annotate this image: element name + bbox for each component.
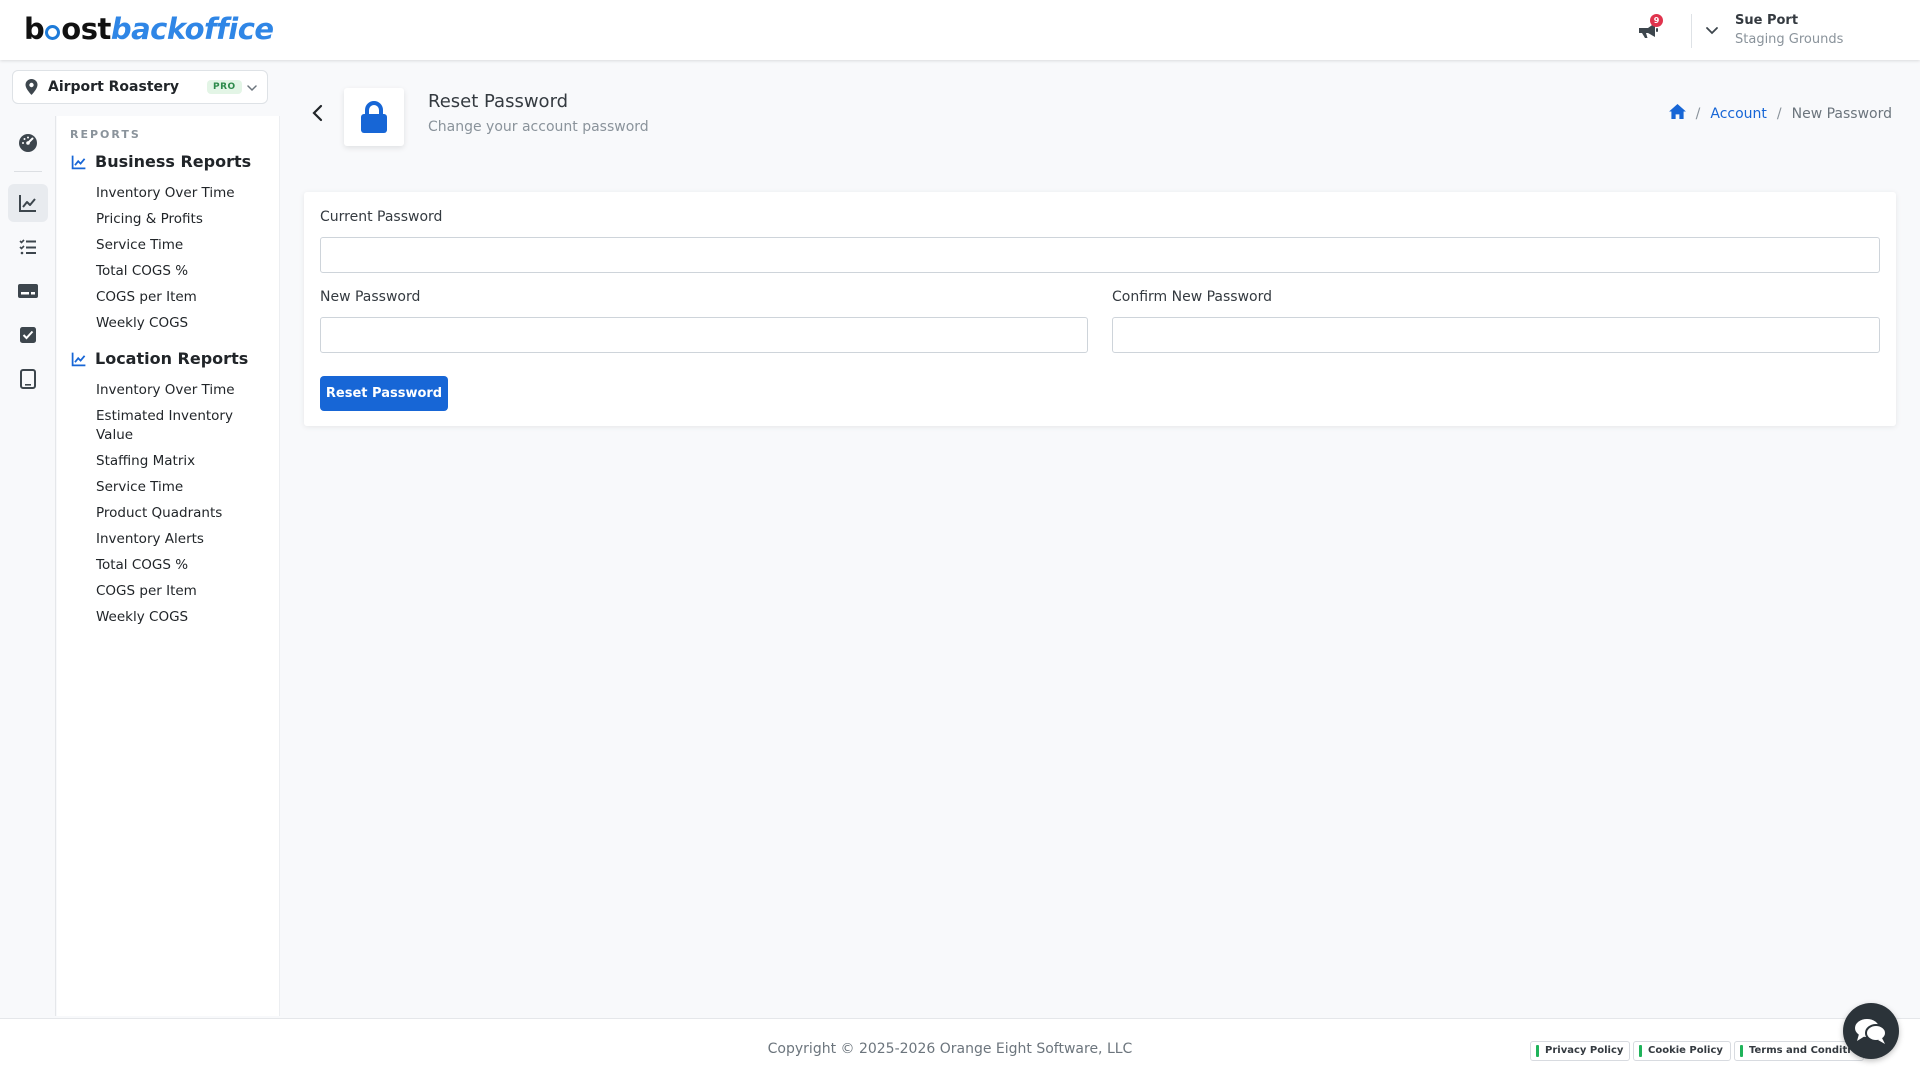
menu-item[interactable]: Pricing & Profits bbox=[96, 210, 276, 229]
confirm-password-label: Confirm New Password bbox=[1112, 289, 1273, 305]
tablet-icon bbox=[20, 369, 36, 389]
card-icon bbox=[18, 284, 38, 298]
menu-heading: REPORTS bbox=[70, 128, 141, 141]
home-icon bbox=[1668, 104, 1686, 119]
user-name[interactable]: Sue Port bbox=[1735, 13, 1798, 28]
logo-ring-icon bbox=[45, 25, 61, 40]
confirm-password-input[interactable] bbox=[1112, 317, 1880, 353]
menu-item[interactable]: Service Time bbox=[96, 236, 276, 255]
chevron-down-icon bbox=[247, 85, 257, 92]
reset-password-form: Current Password New Password Confirm Ne… bbox=[304, 192, 1896, 426]
user-menu-toggle[interactable] bbox=[1702, 20, 1722, 40]
breadcrumb-current: New Password bbox=[1791, 105, 1892, 122]
rail-payments[interactable] bbox=[8, 272, 48, 310]
gauge-icon bbox=[19, 134, 37, 152]
group-location-reports[interactable]: Location Reports bbox=[71, 349, 248, 368]
breadcrumb: / Account / New Password bbox=[1668, 104, 1892, 123]
menu-item[interactable]: Estimated Inventory Value bbox=[96, 407, 256, 445]
line-chart-icon bbox=[19, 195, 36, 212]
privacy-policy-link[interactable]: Privacy Policy bbox=[1530, 1041, 1630, 1061]
rail-approvals[interactable] bbox=[8, 316, 48, 354]
map-pin-icon bbox=[25, 79, 38, 95]
menu-item[interactable]: Service Time bbox=[96, 478, 276, 497]
checklist-icon bbox=[19, 239, 36, 255]
chevron-left-icon bbox=[312, 104, 323, 122]
new-password-label: New Password bbox=[320, 289, 421, 305]
menu-item[interactable]: Inventory Over Time bbox=[96, 381, 276, 400]
brand-logo[interactable]: b ostbackoffice bbox=[24, 12, 274, 46]
reset-password-button[interactable]: Reset Password bbox=[320, 376, 448, 411]
icon-rail bbox=[0, 116, 56, 1016]
menu-item[interactable]: COGS per Item bbox=[96, 582, 276, 601]
breadcrumb-account[interactable]: Account bbox=[1710, 106, 1767, 122]
menu-item[interactable]: Staffing Matrix bbox=[96, 452, 276, 471]
line-chart-icon bbox=[71, 155, 86, 169]
top-bar: b ostbackoffice 9 Sue Port Staging Ground… bbox=[0, 0, 1920, 60]
menu-item[interactable]: Weekly COGS bbox=[96, 608, 276, 627]
announcements-button[interactable]: 9 bbox=[1636, 14, 1663, 44]
current-password-label: Current Password bbox=[320, 209, 443, 225]
page-icon-card bbox=[344, 88, 404, 146]
user-organization: Staging Grounds bbox=[1735, 32, 1844, 47]
rail-reports[interactable] bbox=[8, 184, 48, 222]
menu-item[interactable]: Inventory Alerts bbox=[96, 530, 276, 549]
rail-dashboard[interactable] bbox=[8, 124, 48, 162]
lock-icon bbox=[361, 101, 387, 133]
back-button[interactable] bbox=[310, 103, 326, 127]
terms-link[interactable]: Terms and Conditi bbox=[1734, 1041, 1864, 1061]
current-password-input[interactable] bbox=[320, 237, 1880, 273]
group-business-reports[interactable]: Business Reports bbox=[71, 152, 251, 171]
new-password-input[interactable] bbox=[320, 317, 1088, 353]
pro-badge: PRO bbox=[207, 80, 242, 94]
chat-bubbles-icon bbox=[1855, 1019, 1887, 1044]
reports-menu: REPORTS Business Reports Inventory Over … bbox=[57, 116, 280, 1016]
location-name: Airport Roastery bbox=[48, 79, 180, 95]
menu-item[interactable]: COGS per Item bbox=[96, 288, 276, 307]
checkbox-icon bbox=[20, 327, 36, 343]
rail-devices[interactable] bbox=[8, 360, 48, 398]
line-chart-icon bbox=[71, 352, 86, 366]
cookie-policy-link[interactable]: Cookie Policy bbox=[1633, 1041, 1731, 1061]
chevron-down-icon bbox=[1706, 27, 1718, 35]
page-subtitle: Change your account password bbox=[428, 119, 649, 135]
rail-tasks[interactable] bbox=[8, 228, 48, 266]
notification-badge: 9 bbox=[1650, 14, 1663, 27]
page-title: Reset Password bbox=[428, 91, 569, 112]
footer: Copyright © 2025-2026 Orange Eight Softw… bbox=[0, 1018, 1920, 1080]
menu-item[interactable]: Inventory Over Time bbox=[96, 184, 276, 203]
menu-item[interactable]: Total COGS % bbox=[96, 262, 276, 281]
chat-button[interactable] bbox=[1843, 1003, 1899, 1059]
menu-item[interactable]: Product Quadrants bbox=[96, 504, 276, 523]
menu-item[interactable]: Total COGS % bbox=[96, 556, 276, 575]
header-divider bbox=[1691, 14, 1692, 48]
rail-divider bbox=[14, 171, 42, 172]
location-select[interactable]: Airport Roastery PRO bbox=[12, 70, 268, 104]
menu-item[interactable]: Weekly COGS bbox=[96, 314, 276, 333]
breadcrumb-home[interactable] bbox=[1668, 104, 1686, 123]
